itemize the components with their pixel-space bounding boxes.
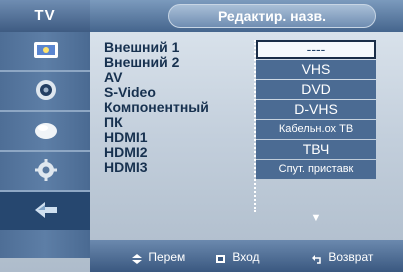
name-option[interactable]: D-VHS xyxy=(256,100,376,119)
source-item[interactable]: AV xyxy=(104,70,254,85)
updown-arrow-icon xyxy=(132,253,142,264)
source-item[interactable]: Внешний 2 xyxy=(104,55,254,70)
hint-move-label: Перем xyxy=(148,250,186,264)
hint-enter: Вход xyxy=(216,250,260,264)
source-item[interactable]: HDMI1 xyxy=(104,130,254,145)
sidebar-item-sound[interactable] xyxy=(0,72,90,110)
source-item[interactable]: HDMI3 xyxy=(104,160,254,175)
source-list: Внешний 1 Внешний 2 AV S-Video Компонент… xyxy=(104,40,254,175)
hint-move: Перем xyxy=(132,250,185,264)
hint-return-label: Возврат xyxy=(328,250,374,264)
name-option[interactable]: ТВЧ xyxy=(256,140,376,159)
hint-return: Возврат xyxy=(312,250,373,264)
sound-icon xyxy=(32,78,60,102)
channel-icon xyxy=(32,118,60,142)
source-item[interactable]: ПК xyxy=(104,115,254,130)
enter-icon xyxy=(216,253,226,263)
sidebar xyxy=(0,32,90,258)
source-item[interactable]: S-Video xyxy=(104,85,254,100)
sidebar-item-channel[interactable] xyxy=(0,112,90,150)
menu-title-label: TV xyxy=(34,7,56,24)
sidebar-item-input[interactable] xyxy=(0,192,90,230)
source-item[interactable]: Компонентный xyxy=(104,100,254,115)
menu-title: TV xyxy=(0,0,90,32)
hint-enter-label: Вход xyxy=(232,250,260,264)
name-option[interactable]: Спут. приставк xyxy=(256,160,376,179)
name-option[interactable]: VHS xyxy=(256,60,376,79)
title-bar: Редактир. назв. xyxy=(90,0,403,32)
source-item[interactable]: HDMI2 xyxy=(104,145,254,160)
picture-icon xyxy=(32,38,60,62)
sidebar-item-setup[interactable] xyxy=(0,152,90,190)
name-option-selected[interactable]: ---- xyxy=(256,40,376,59)
screen-title: Редактир. назв. xyxy=(168,4,376,28)
name-options-list: ---- VHS DVD D-VHS Кабельн.ох ТВ ТВЧ Спу… xyxy=(254,40,376,224)
scroll-down-arrow-icon[interactable]: ▼ xyxy=(256,212,376,226)
name-option[interactable]: DVD xyxy=(256,80,376,99)
return-icon xyxy=(312,253,322,264)
name-option[interactable]: Кабельн.ох ТВ xyxy=(256,120,376,139)
tv-screen: TV Редактир. назв. Внешний 1 Внешний 2 A… xyxy=(0,0,403,272)
setup-icon xyxy=(32,158,60,182)
sidebar-item-picture[interactable] xyxy=(0,32,90,70)
source-item[interactable]: Внешний 1 xyxy=(104,40,254,55)
footer-hints: Перем Вход Возврат xyxy=(90,240,403,272)
input-icon xyxy=(32,198,60,222)
